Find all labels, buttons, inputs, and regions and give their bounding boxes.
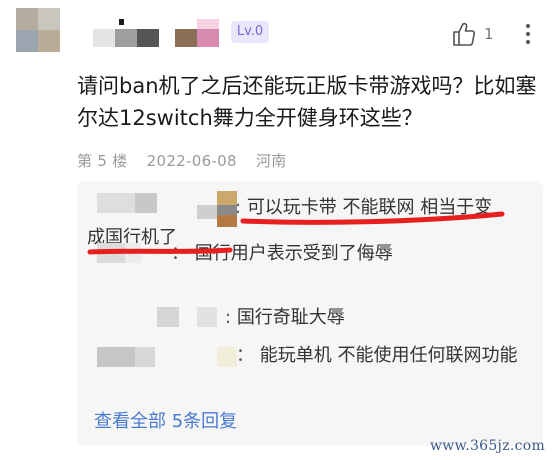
reply-separator: :	[225, 307, 232, 328]
watermark: www.365jz.com	[430, 438, 546, 454]
more-vertical-icon	[526, 24, 530, 44]
view-all-replies-link[interactable]: 查看全部 5条回复	[94, 407, 237, 433]
reply-list: : 可以玩卡带 不能联网 相当于变成国行机了 ： 国行用户表示受到了侮辱 : 国…	[77, 181, 543, 446]
reply-username[interactable]	[157, 307, 227, 329]
post-location: 河南	[255, 152, 287, 170]
floor-number: 第 5 楼	[77, 152, 128, 170]
reply-separator: ：	[236, 345, 254, 366]
comment-meta: 第 5 楼 2022-06-08 河南	[77, 150, 301, 171]
more-options-button[interactable]	[520, 22, 536, 46]
reply-text: 能玩单机 不能使用任何联网功能	[259, 345, 518, 366]
reply-separator: :	[235, 197, 242, 218]
reply-username[interactable]	[97, 243, 157, 265]
like-count: 1	[484, 25, 494, 43]
post-date: 2022-06-08	[146, 152, 237, 170]
avatar[interactable]	[16, 8, 60, 52]
reply-text: 国行奇耻大辱	[236, 307, 345, 328]
reply-text: 国行用户表示受到了侮辱	[194, 243, 393, 264]
level-badge: Lv.0	[231, 21, 269, 43]
like-button[interactable]: 1	[452, 20, 494, 48]
comment-text: 请问ban机了之后还能玩正版卡带游戏吗？比如塞尔达12switch舞力全开健身环…	[77, 74, 537, 130]
reply-separator: ：	[171, 243, 189, 264]
username[interactable]	[79, 19, 219, 49]
thumbs-up-icon	[453, 22, 476, 46]
